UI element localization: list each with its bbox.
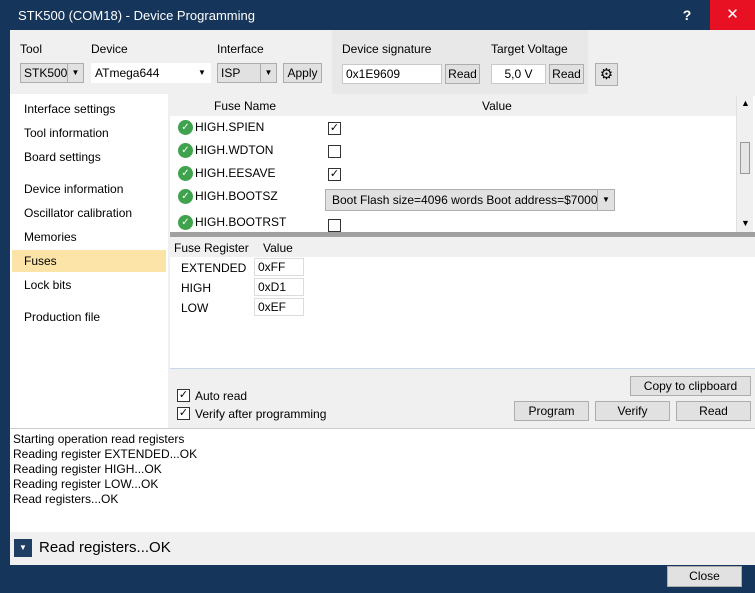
- window-close-button[interactable]: ✕: [710, 0, 755, 30]
- register-header: Fuse Register Value: [170, 237, 755, 257]
- register-value-header: Value: [263, 241, 293, 255]
- chevron-down-icon: ▼: [67, 64, 83, 82]
- fuse-row: ✓ HIGH.SPIEN ✓: [170, 117, 740, 140]
- apply-button[interactable]: Apply: [283, 63, 322, 83]
- register-value-field[interactable]: 0xEF: [254, 298, 304, 316]
- device-select[interactable]: ATmega644 ▼: [91, 63, 211, 83]
- log-line: Reading register EXTENDED...OK: [13, 447, 198, 461]
- signature-read-button[interactable]: Read: [445, 64, 480, 84]
- chevron-down-icon: ▼: [194, 64, 210, 82]
- register-name-header: Fuse Register: [174, 241, 249, 255]
- log-line: Reading register HIGH...OK: [13, 462, 162, 476]
- tool-label: Tool: [20, 42, 43, 56]
- fuse-grid-header: Fuse Name Value: [170, 96, 740, 116]
- register-value-field[interactable]: 0xD1: [254, 278, 304, 296]
- fuse-name: HIGH.EESAVE: [195, 166, 276, 180]
- signature-label: Device signature: [342, 42, 432, 56]
- fuse-checkbox[interactable]: ✓: [328, 168, 341, 181]
- footer-bar: [0, 565, 755, 593]
- sidebar-item-tool-information[interactable]: Tool information: [12, 122, 166, 144]
- sidebar-item-interface-settings[interactable]: Interface settings: [12, 98, 166, 120]
- register-name: HIGH: [181, 281, 211, 295]
- verify-after-label: Verify after programming: [195, 407, 327, 421]
- sidebar-item-oscillator-calibration[interactable]: Oscillator calibration: [12, 202, 166, 224]
- verify-button[interactable]: Verify: [595, 401, 670, 421]
- signature-panel: Device signature 0x1E9609 Read Target Vo…: [332, 30, 588, 94]
- voltage-label: Target Voltage: [491, 42, 568, 56]
- scroll-down-icon[interactable]: ▼: [741, 218, 750, 228]
- fuse-register-panel: Fuse Register Value EXTENDED 0xFF HIGH 0…: [170, 237, 755, 368]
- sidebar-item-memories[interactable]: Memories: [12, 226, 166, 248]
- fuse-row: ✓ HIGH.BOOTSZ Boot Flash size=4096 words…: [170, 186, 740, 211]
- log-line: Starting operation read registers: [13, 432, 185, 446]
- fuse-checkbox[interactable]: [328, 219, 341, 232]
- fuse-name: HIGH.WDTON: [195, 143, 274, 157]
- sidebar-item-lock-bits[interactable]: Lock bits: [12, 274, 166, 296]
- register-value-field[interactable]: 0xFF: [254, 258, 304, 276]
- actions-panel: ✓ Auto read ✓ Verify after programming C…: [170, 368, 755, 428]
- voltage-field: 5,0 V: [491, 64, 546, 84]
- verify-after-checkbox[interactable]: ✓: [177, 407, 190, 420]
- status-bar: ▼ Read registers...OK: [10, 532, 755, 565]
- fuse-row: ✓ HIGH.WDTON: [170, 140, 740, 163]
- log-line: Read registers...OK: [13, 492, 119, 506]
- auto-read-label: Auto read: [195, 389, 248, 403]
- check-circle-icon: ✓: [178, 120, 193, 135]
- help-button[interactable]: ?: [664, 0, 710, 30]
- fuse-grid: Fuse Name Value ✓ HIGH.SPIEN ✓ ✓ HIGH.WD…: [170, 96, 755, 236]
- status-text: Read registers...OK: [39, 539, 171, 556]
- expand-log-button[interactable]: ▼: [14, 539, 32, 557]
- fuse-name: HIGH.BOOTSZ: [195, 189, 278, 203]
- fuse-checkbox[interactable]: ✓: [328, 122, 341, 135]
- scrollbar-thumb[interactable]: [740, 142, 750, 174]
- scroll-up-icon[interactable]: ▲: [741, 98, 750, 108]
- sidebar-item-device-information[interactable]: Device information: [12, 178, 166, 200]
- device-label: Device: [91, 42, 128, 56]
- fuse-name: HIGH.BOOTRST: [195, 215, 287, 229]
- sidebar-item-production-file[interactable]: Production file: [12, 306, 166, 328]
- copy-to-clipboard-button[interactable]: Copy to clipboard: [630, 376, 751, 396]
- auto-read-checkbox[interactable]: ✓: [177, 389, 190, 402]
- toolbar: Tool STK500 ▼ Device ATmega644 ▼ Interfa…: [10, 30, 755, 94]
- check-circle-icon: ✓: [178, 215, 193, 230]
- log-line: Reading register LOW...OK: [13, 477, 159, 491]
- read-button[interactable]: Read: [676, 401, 751, 421]
- check-circle-icon: ✓: [178, 166, 193, 181]
- program-button[interactable]: Program: [514, 401, 589, 421]
- interface-select[interactable]: ISP ▼: [217, 63, 277, 83]
- chevron-down-icon: ▼: [260, 64, 276, 82]
- tool-select[interactable]: STK500 ▼: [20, 63, 84, 83]
- signature-field: 0x1E9609: [342, 64, 442, 84]
- interface-label: Interface: [217, 42, 264, 56]
- fuse-grid-scrollbar[interactable]: ▲ ▼: [736, 96, 753, 236]
- sidebar-item-board-settings[interactable]: Board settings: [12, 146, 166, 168]
- bootsz-select-value: Boot Flash size=4096 words Boot address=…: [332, 193, 598, 207]
- register-name: EXTENDED: [181, 261, 247, 275]
- tool-select-value: STK500: [24, 66, 68, 80]
- fuse-name: HIGH.SPIEN: [195, 120, 265, 134]
- fuse-value-header: Value: [482, 99, 512, 113]
- check-circle-icon: ✓: [178, 143, 193, 158]
- device-select-value: ATmega644: [95, 66, 160, 80]
- client-area: Tool STK500 ▼ Device ATmega644 ▼ Interfa…: [10, 30, 755, 565]
- fuse-checkbox[interactable]: [328, 145, 341, 158]
- sidebar-nav: Interface settings Tool information Boar…: [10, 94, 168, 428]
- close-button[interactable]: Close: [667, 566, 742, 587]
- title-bar: STK500 (COM18) - Device Programming ? ✕: [0, 0, 755, 30]
- bootsz-select[interactable]: Boot Flash size=4096 words Boot address=…: [325, 189, 615, 211]
- sidebar-item-fuses[interactable]: Fuses: [12, 250, 166, 272]
- check-circle-icon: ✓: [178, 189, 193, 204]
- output-log: Starting operation read registers Readin…: [10, 428, 755, 532]
- voltage-read-button[interactable]: Read: [549, 64, 584, 84]
- chevron-down-icon: ▼: [597, 190, 614, 210]
- register-name: LOW: [181, 301, 209, 315]
- fuse-row: ✓ HIGH.EESAVE ✓: [170, 163, 740, 186]
- interface-select-value: ISP: [221, 66, 241, 80]
- window-title: STK500 (COM18) - Device Programming: [18, 8, 255, 23]
- gear-icon[interactable]: ⚙: [595, 63, 618, 86]
- device-programming-window: STK500 (COM18) - Device Programming ? ✕ …: [0, 0, 755, 593]
- fuse-name-header: Fuse Name: [214, 99, 277, 113]
